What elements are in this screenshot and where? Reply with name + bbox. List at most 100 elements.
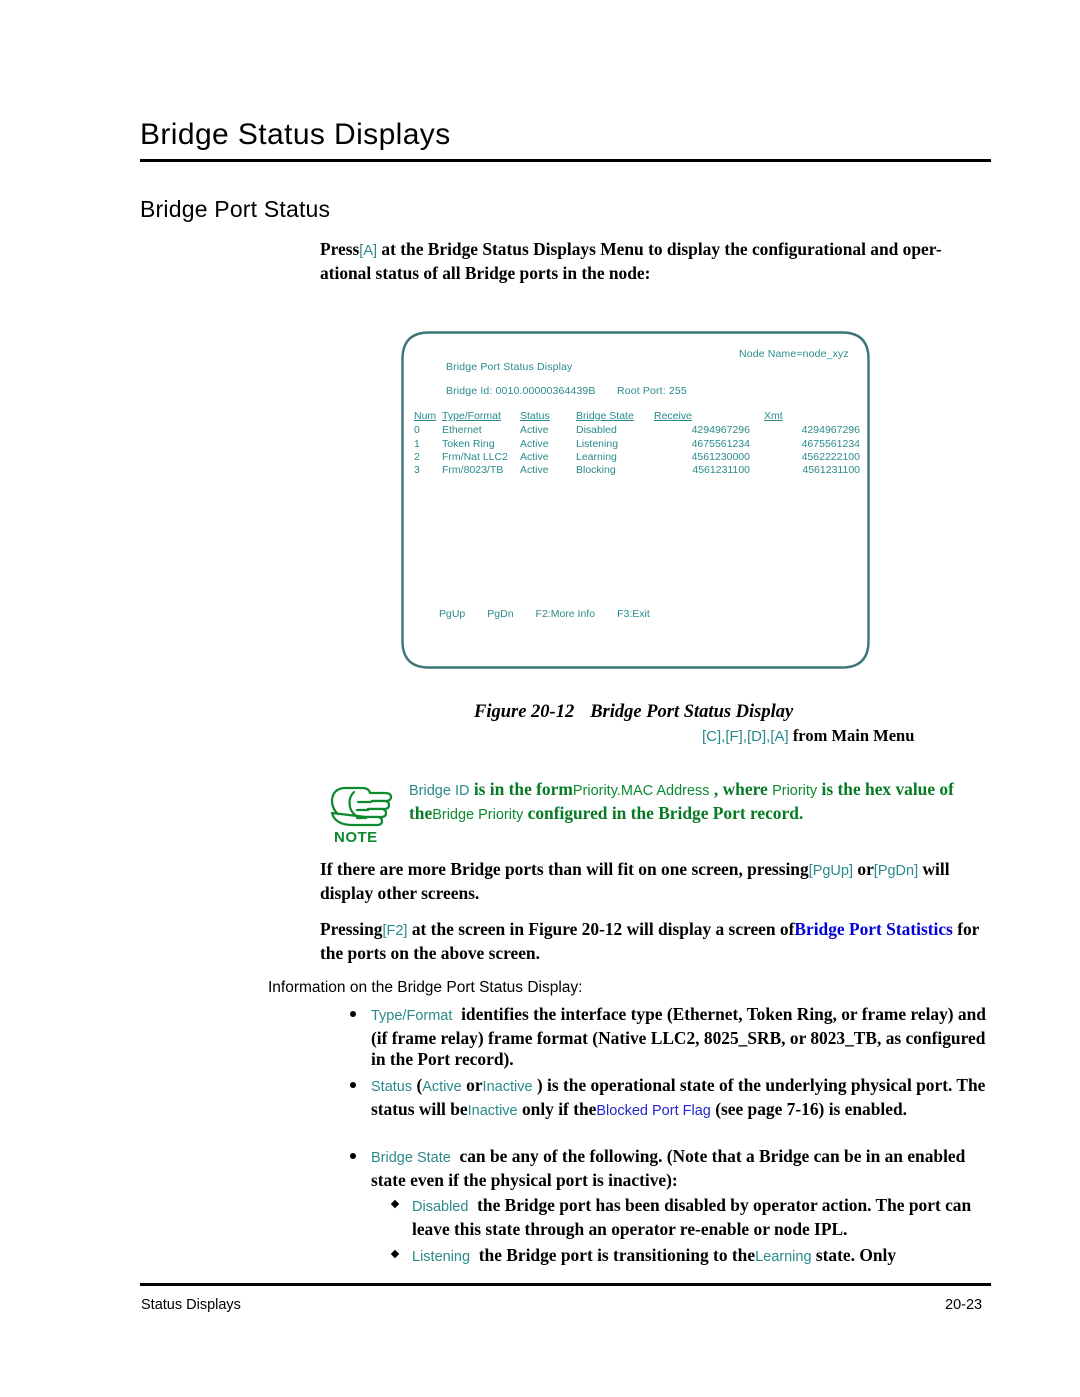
cell-num: 3 <box>414 464 420 477</box>
bullet-type-format: Type/Format identifies the interface typ… <box>350 1004 1001 1071</box>
subbullet-listening: Listening the Bridge port is transitioni… <box>390 1245 1012 1269</box>
table-header-row: Num Type/Format Status Bridge State Rece… <box>414 410 866 423</box>
status-or: or <box>466 1075 483 1095</box>
subbullet-2-text-1: the Bridge port is transitioning to the <box>478 1245 756 1265</box>
term-listening: Listening <box>412 1249 471 1265</box>
note-text-2: , where <box>713 779 768 799</box>
term-status: Status <box>371 1079 413 1095</box>
paging-text-2: or <box>857 859 874 879</box>
bullet-1-text: identifies the interface type (Ethernet,… <box>371 1004 986 1069</box>
terminal-node-name: Node Name=node_xyz <box>739 348 849 360</box>
info-line: Information on the Bridge Port Status Di… <box>268 979 583 996</box>
terminal-function-keys: PgUp PgDn F2:More Info F3:Exit <box>439 608 672 620</box>
bullet-status: Status (Active orInactive ) is the opera… <box>350 1075 1001 1122</box>
subbullet-1-text: the Bridge port has been disabled by ope… <box>412 1195 972 1239</box>
cell-type: Frm/8023/TB <box>442 464 504 477</box>
paragraph-f2: Pressing[F2] at the screen in Figure 20-… <box>320 919 992 964</box>
bridge-port-table: Num Type/Format Status Bridge State Rece… <box>414 410 866 476</box>
note-term-bridge-priority: Bridge Priority <box>432 806 524 823</box>
column-header-state: Bridge State <box>576 410 634 422</box>
link-bridge-port-statistics[interactable]: Bridge Port Statistics <box>794 919 952 939</box>
cell-receive: 4294967296 <box>691 424 750 437</box>
link-blocked-port-flag[interactable]: Blocked Port Flag <box>596 1103 710 1119</box>
column-header-xmt: Xmt <box>764 410 783 422</box>
table-row: 0 Ethernet Active Disabled 4294967296 42… <box>414 423 866 436</box>
term-inactive-inline: Inactive <box>467 1102 518 1119</box>
key-f2: [F2] <box>382 923 408 939</box>
cell-receive: 4561231100 <box>692 464 750 477</box>
cell-num: 1 <box>414 437 420 450</box>
cell-xmt: 4294967296 <box>801 424 860 437</box>
figure-number: Figure 20-12 <box>474 702 575 722</box>
bullet-2-text-3: (see page 7-16) is enabled. <box>715 1098 907 1119</box>
column-header-type: Type/Format <box>442 410 501 422</box>
cell-state: Disabled <box>576 424 617 437</box>
note-term-bridge-id: Bridge ID <box>409 783 470 799</box>
term-disabled: Disabled <box>412 1199 469 1215</box>
menu-path-keys: [C],[F],[D],[A] <box>702 728 789 745</box>
diamond-bullet-icon <box>390 1199 400 1209</box>
footer-left-label: Status Displays <box>141 1297 241 1313</box>
figure-caption-text: Bridge Port Status Display <box>590 702 794 722</box>
cell-type: Ethernet <box>442 424 482 437</box>
cell-status: Active <box>520 450 549 463</box>
terminal-bridge-id: Bridge Id: 0010.00000364439B <box>446 385 596 397</box>
cell-state: Blocking <box>576 464 616 477</box>
table-row: 1 Token Ring Active Listening 4675561234… <box>414 436 866 450</box>
menu-path-suffix: from Main Menu <box>792 726 915 745</box>
subbullet-2-text-2: state. Only <box>815 1245 897 1265</box>
term-inactive: Inactive <box>482 1079 533 1095</box>
cell-receive: 4675561234 <box>691 437 750 450</box>
bullet-3-text: can be any of the following. (Note that … <box>371 1146 966 1190</box>
term-type-format: Type/Format <box>371 1008 453 1024</box>
figure-menu-path: [C],[F],[D],[A] from Main Menu <box>702 726 914 746</box>
terminal-key-pgup: PgUp <box>439 608 466 620</box>
term-bridge-state: Bridge State <box>371 1150 451 1166</box>
terminal-root-port: Root Port: 255 <box>617 385 687 397</box>
bullet-2-text-2: only if the <box>521 1098 597 1119</box>
terminal-title: Bridge Port Status Display <box>446 361 573 373</box>
column-header-num: Num <box>414 410 437 422</box>
cell-xmt: 4561231100 <box>802 464 860 477</box>
subbullet-disabled: Disabled the Bridge port has been disabl… <box>390 1195 1012 1240</box>
f2-text-2: at the screen in Figure 20-12 will displ… <box>411 919 795 939</box>
key-pgup: [PgUp] <box>808 863 854 879</box>
cell-status: Active <box>520 437 549 450</box>
intro-after: at the Bridge Status Displays Menu to di… <box>320 239 942 283</box>
note-label: NOTE <box>334 829 378 846</box>
note-text-1: is in the form <box>473 779 573 799</box>
cell-xmt: 4675561234 <box>801 437 860 450</box>
table-row: 2 Frm/Nat LLC2 Active Learning 456123000… <box>414 450 866 463</box>
paging-text-1: If there are more Bridge ports than will… <box>320 859 809 879</box>
cell-status: Active <box>520 464 549 477</box>
chapter-title: Bridge Status Displays <box>140 118 451 151</box>
terminal-key-pgdn: PgDn <box>487 608 514 620</box>
intro-before: Press <box>320 239 360 259</box>
footer-rule <box>140 1283 991 1286</box>
document-page: Bridge Status Displays Bridge Port Statu… <box>0 0 1080 1397</box>
bullet-dot-icon <box>350 1082 356 1088</box>
paragraph-paging: If there are more Bridge ports than will… <box>320 859 992 904</box>
cell-type: Token Ring <box>442 437 495 450</box>
term-active: Active <box>422 1079 462 1095</box>
key-pgdn: [PgDn] <box>873 863 919 879</box>
terminal-screenshot: Node Name=node_xyz Bridge Port Status Di… <box>401 331 870 669</box>
note-paragraph: Bridge ID is in the formPriority.MAC Add… <box>409 779 989 826</box>
column-header-receive: Receive <box>654 410 692 422</box>
status-paren-close: ) <box>536 1075 543 1095</box>
cell-receive: 4561230000 <box>691 450 750 463</box>
bullet-bridge-state: Bridge State can be any of the following… <box>350 1146 1001 1191</box>
table-row: 3 Frm/8023/TB Active Blocking 4561231100… <box>414 463 866 476</box>
cell-num: 2 <box>414 450 420 463</box>
key-a: [A] <box>359 243 378 259</box>
note-term-priority: Priority <box>772 783 818 799</box>
bullet-dot-icon <box>350 1011 356 1017</box>
cell-state: Learning <box>576 450 617 463</box>
term-learning: Learning <box>755 1249 812 1265</box>
note-term-priority-mac: Priority.MAC Address <box>572 783 710 799</box>
cell-xmt: 4562222100 <box>801 450 860 463</box>
cell-state: Listening <box>576 437 619 450</box>
f2-text-1: Pressing <box>320 919 383 939</box>
note-hand-icon: NOTE <box>328 780 400 846</box>
figure-caption: Figure 20-12 Bridge Port Status Display <box>474 702 793 723</box>
